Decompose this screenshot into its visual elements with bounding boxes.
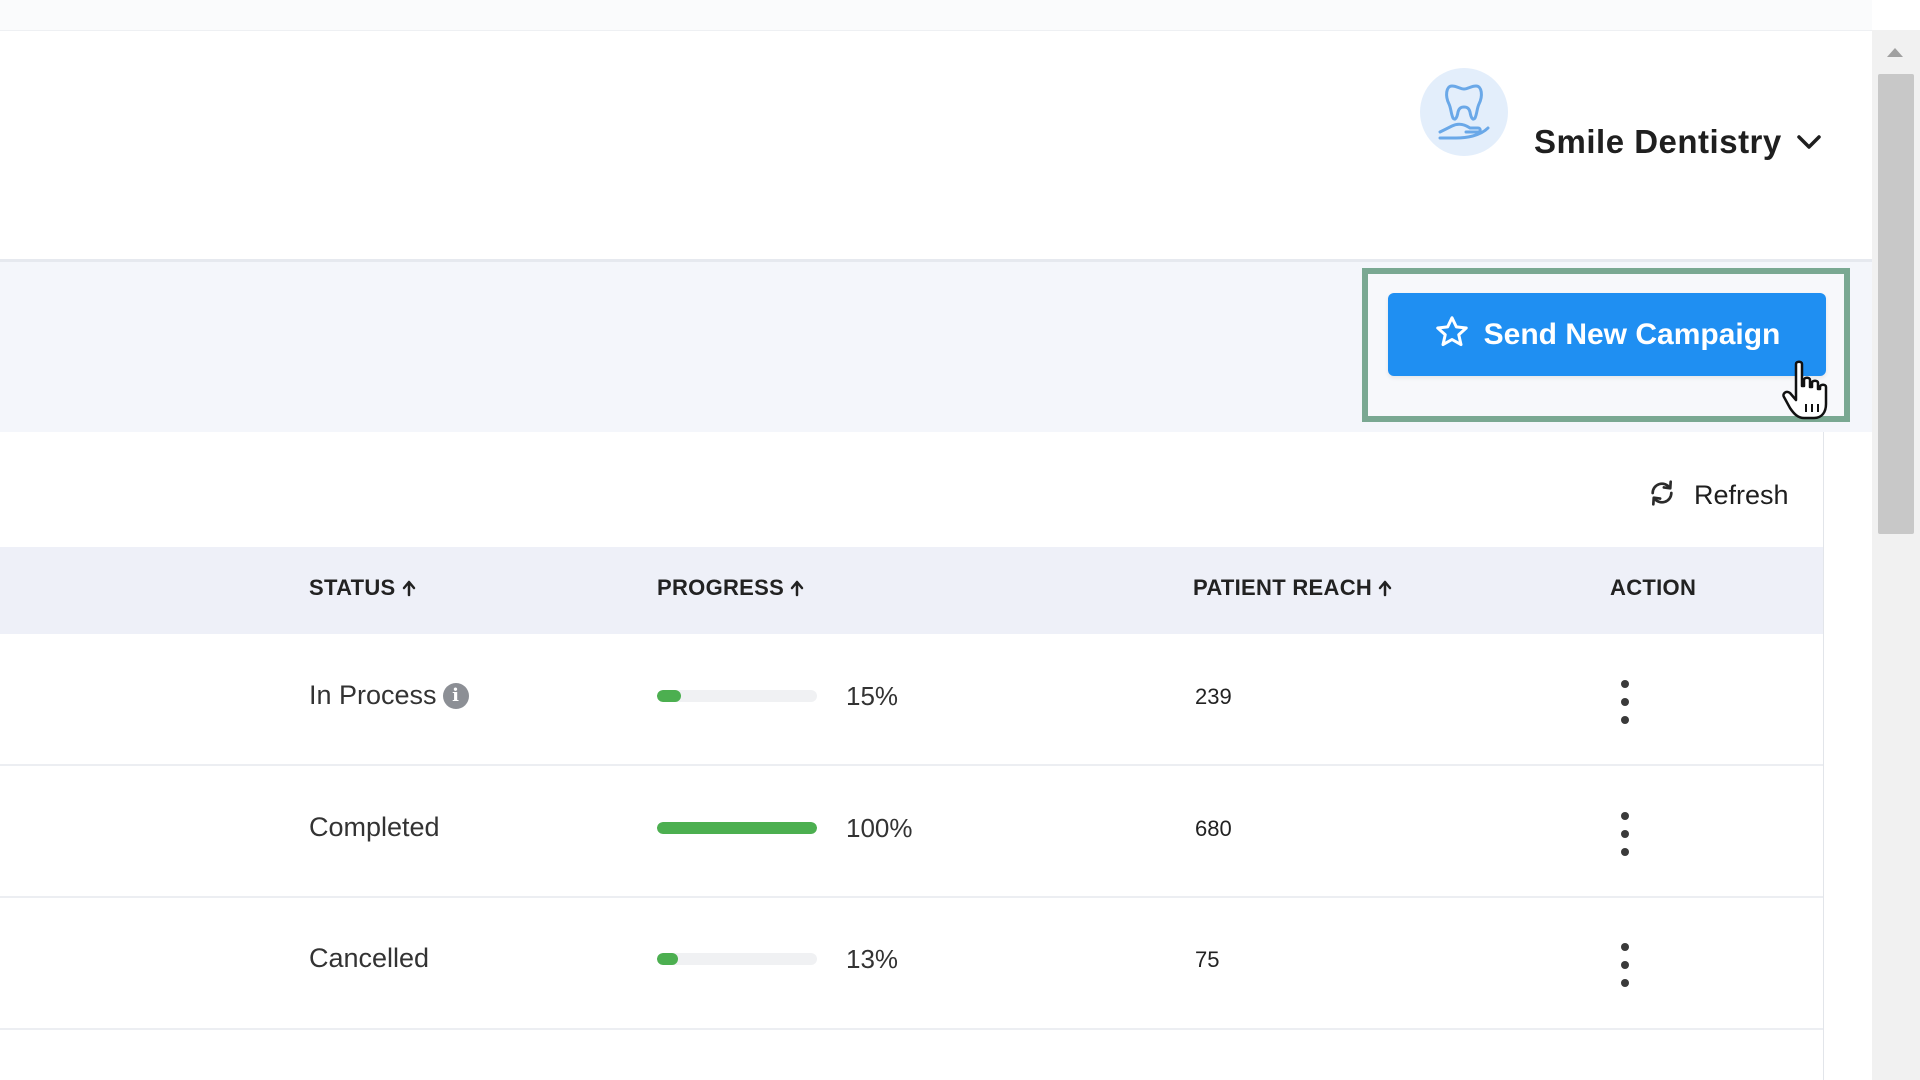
refresh-icon: [1646, 477, 1678, 514]
table-header: [0, 547, 1823, 634]
table-row[interactable]: [0, 1030, 1823, 1080]
row-actions-kebab-icon[interactable]: [1614, 680, 1636, 724]
send-new-campaign-label: Send New Campaign: [1483, 317, 1781, 351]
status-cell: In Process i: [309, 680, 469, 711]
practice-selector[interactable]: Smile Dentistry: [1534, 118, 1822, 166]
column-header-label: ACTION: [1610, 575, 1697, 600]
status-text: In Process: [309, 680, 437, 710]
column-header-label: STATUS: [309, 575, 396, 600]
patient-reach-value: 680: [1195, 816, 1232, 841]
progress-fill: [657, 690, 681, 702]
status-text: Cancelled: [309, 943, 430, 973]
progress-fill: [657, 953, 678, 965]
patient-reach-value: 75: [1195, 947, 1220, 972]
progress-percent: 13%: [846, 944, 899, 974]
refresh-label: Refresh: [1694, 479, 1789, 510]
status-cell: Cancelled: [309, 943, 429, 974]
column-header-status[interactable]: STATUS: [309, 575, 417, 601]
status-text: Completed: [309, 812, 440, 842]
info-icon[interactable]: i: [442, 682, 469, 709]
sort-arrow-up-icon: [401, 579, 417, 597]
top-strip: [0, 0, 1872, 31]
progress-bar: [657, 953, 817, 965]
chevron-down-icon: [1796, 133, 1822, 151]
star-icon: [1434, 314, 1470, 355]
tooth-in-hand-icon: [1436, 78, 1492, 147]
progress-bar: [657, 690, 817, 702]
status-cell: Completed: [309, 812, 440, 843]
row-actions-kebab-icon[interactable]: [1614, 943, 1636, 987]
practice-name: Smile Dentistry: [1534, 123, 1782, 160]
column-header-label: PROGRESS: [657, 575, 785, 600]
sort-arrow-up-icon: [1377, 579, 1393, 597]
table-row[interactable]: [0, 634, 1823, 766]
refresh-button[interactable]: Refresh: [1646, 470, 1789, 520]
send-new-campaign-button[interactable]: Send New Campaign: [1388, 293, 1826, 376]
column-header-label: PATIENT REACH: [1193, 575, 1373, 600]
table-row[interactable]: [0, 898, 1823, 1030]
progress-percent: 100%: [846, 813, 913, 843]
scrollbar-thumb[interactable]: [1878, 74, 1914, 534]
practice-avatar[interactable]: [1420, 68, 1508, 156]
patient-reach-value: 239: [1195, 684, 1232, 709]
progress-percent: 15%: [846, 681, 899, 711]
column-header-progress[interactable]: PROGRESS: [657, 575, 805, 601]
progress-fill: [657, 822, 817, 834]
column-header-patient-reach[interactable]: PATIENT REACH: [1193, 575, 1393, 601]
column-header-action: ACTION: [1610, 575, 1696, 601]
row-actions-kebab-icon[interactable]: [1614, 812, 1636, 856]
sort-arrow-up-icon: [789, 579, 805, 597]
scroll-up-arrow-icon[interactable]: [1883, 40, 1907, 64]
progress-bar: [657, 822, 817, 834]
